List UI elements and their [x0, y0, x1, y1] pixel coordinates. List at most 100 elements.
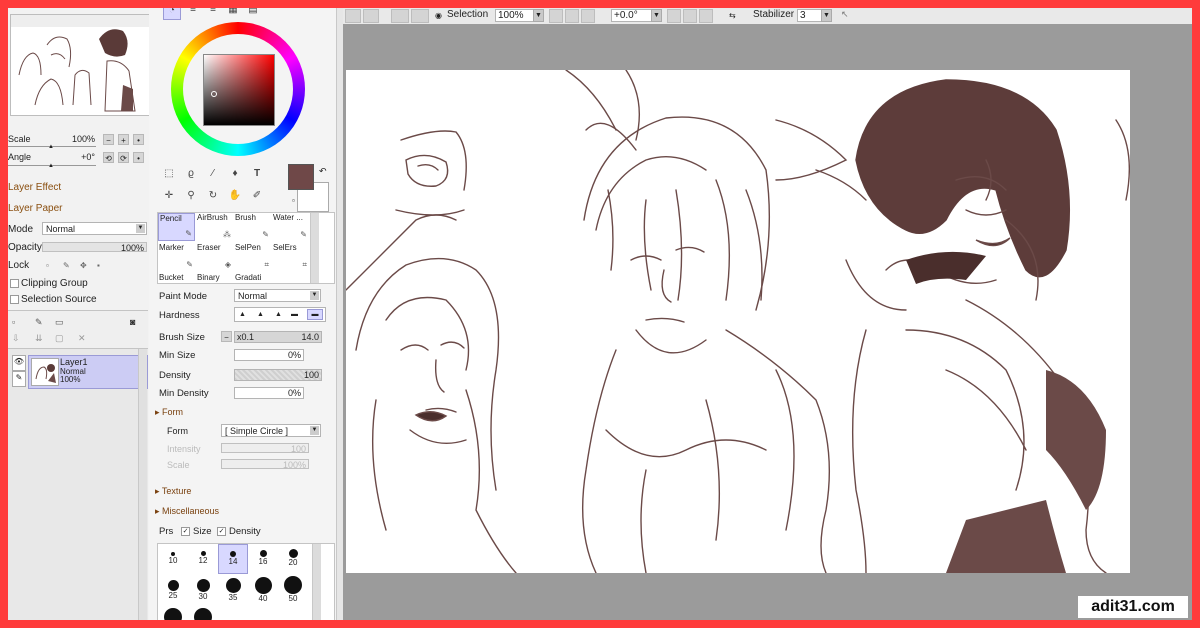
deselect-button[interactable]	[345, 9, 361, 23]
blend-mode-select[interactable]: Normal ▼	[42, 222, 147, 235]
saturation-value-square[interactable]	[203, 54, 275, 126]
pressure-density-checkbox[interactable]: ✓	[217, 527, 226, 536]
layer-list-scrollbar[interactable]	[138, 349, 147, 620]
brush-size-20[interactable]: 20	[278, 544, 308, 574]
preset-bucket[interactable]: Bucket	[158, 273, 195, 283]
zoom-in-button[interactable]: +	[118, 134, 129, 145]
preset-binary[interactable]: Binary	[196, 273, 233, 283]
min-size-slider[interactable]: 0%	[234, 349, 304, 361]
zoom-out-button[interactable]: −	[103, 134, 114, 145]
layer-effect-toggle[interactable]: Layer Effect	[8, 182, 61, 193]
hardness-level-4[interactable]: ▬	[291, 308, 298, 321]
preset-pencil[interactable]: Pencil ✎	[158, 213, 195, 241]
preset-gradation[interactable]: Gradati	[234, 273, 271, 283]
stabilizer-field[interactable]: 3	[797, 9, 823, 22]
rotate-right-button[interactable]: ⟳	[118, 152, 129, 163]
hide-selection-button[interactable]	[411, 9, 429, 23]
stabilizer-dropdown[interactable]: ▼	[821, 9, 832, 22]
hardness-level-5[interactable]: ▬	[307, 309, 323, 320]
brush-size-10[interactable]: 10	[158, 544, 188, 574]
preset-watercolor[interactable]: Water ... ✎	[272, 213, 309, 241]
hardness-level-2[interactable]: ▲	[257, 308, 264, 321]
merge-down-icon[interactable]: ⇊	[35, 333, 43, 344]
pen-pressure-icon[interactable]: ↖	[841, 9, 849, 20]
color-wheel-tab-icon[interactable]: ◔	[163, 8, 181, 20]
navigator-preview[interactable]	[10, 14, 150, 116]
rgb-slider-tab-icon[interactable]: ≡	[185, 8, 201, 18]
transfer-down-icon[interactable]: ⇩	[12, 333, 20, 344]
new-linework-layer-icon[interactable]: ✎	[35, 317, 43, 328]
eyedropper-icon[interactable]: ✐	[249, 188, 265, 204]
zoom-reset-button[interactable]: •	[133, 134, 144, 145]
layer-paper-toggle[interactable]: Layer Paper	[8, 203, 62, 214]
form-scale-slider[interactable]: 100%	[221, 459, 309, 470]
misc-section-toggle[interactable]: ▸ Miscellaneous	[155, 506, 219, 517]
brush-size-25[interactable]: 25	[158, 576, 188, 606]
rotate-reset-button[interactable]: •	[133, 152, 144, 163]
brush-size-12[interactable]: 12	[188, 544, 218, 574]
hand-icon[interactable]: ✋	[227, 188, 243, 204]
rotate-left-button[interactable]: ⟲	[103, 152, 114, 163]
lock-paint-icon[interactable]: ✎	[63, 260, 70, 271]
hardness-selector[interactable]: ▲ ▲ ▲ ▬ ▬	[234, 307, 326, 322]
density-slider[interactable]: 100	[234, 369, 322, 381]
drawing-canvas[interactable]	[346, 70, 1130, 573]
preset-scrollbar[interactable]	[310, 213, 319, 283]
primary-color-swatch[interactable]	[288, 164, 314, 190]
rotation-field[interactable]: +0.0°	[611, 9, 653, 22]
preset-selpen[interactable]: SelPen ⌗	[234, 243, 271, 271]
color-wheel[interactable]	[171, 22, 305, 156]
brush-size-more-2[interactable]	[188, 608, 218, 620]
panel-divider-scrollbar[interactable]	[336, 8, 343, 620]
pressure-size-checkbox[interactable]: ✓	[181, 527, 190, 536]
hardness-level-3[interactable]: ▲	[275, 308, 282, 321]
layer-settings-icon[interactable]: ◙	[130, 317, 135, 328]
lock-move-icon[interactable]: ✥	[80, 260, 87, 271]
brush-size-multiplier-button[interactable]: −	[221, 331, 232, 342]
rect-select-icon[interactable]: ⬚	[161, 166, 177, 182]
hsv-slider-tab-icon[interactable]: ≡	[205, 8, 221, 18]
zoom-dropdown[interactable]: ▼	[533, 9, 544, 22]
transparent-color-icon[interactable]: ▫	[292, 195, 295, 206]
texture-section-toggle[interactable]: ▸ Texture	[155, 486, 191, 497]
preset-airbrush[interactable]: AirBrush ⁂	[196, 213, 233, 241]
new-layer-icon[interactable]: ▫	[12, 317, 15, 328]
magic-wand-icon[interactable]: ⁄	[205, 166, 221, 182]
rotate-left-toolbar-button[interactable]	[667, 9, 681, 23]
angle-slider-thumb[interactable]: ▲	[48, 163, 54, 169]
hardness-level-1[interactable]: ▲	[239, 308, 246, 321]
text-tool-icon[interactable]: T	[249, 166, 265, 182]
lasso-icon[interactable]: ϱ	[183, 166, 199, 182]
rotate-icon[interactable]: ↻	[205, 188, 221, 204]
zoom-out-toolbar-button[interactable]	[549, 9, 563, 23]
invert-selection-button[interactable]	[363, 9, 379, 23]
brush-size-14[interactable]: 14	[218, 544, 248, 574]
min-density-slider[interactable]: 0%	[234, 387, 304, 399]
eye-icon[interactable]: 👁	[12, 355, 26, 371]
form-select[interactable]: [ Simple Circle ] ▼	[221, 424, 321, 437]
preset-marker[interactable]: Marker ✎	[158, 243, 195, 271]
brush-size-35[interactable]: 35	[218, 576, 248, 606]
clipping-group-checkbox[interactable]	[10, 279, 19, 288]
lock-all-icon[interactable]: ▪	[97, 260, 100, 271]
preset-eraser[interactable]: Eraser ◈	[196, 243, 233, 271]
selection-source-checkbox[interactable]	[10, 295, 19, 304]
scale-slider-thumb[interactable]: ▲	[48, 144, 54, 150]
delete-layer-icon[interactable]: ✕	[78, 333, 86, 344]
swatches-tab-icon[interactable]: ▤	[245, 8, 261, 18]
clear-layer-icon[interactable]: ▢	[55, 333, 64, 344]
rotation-dropdown[interactable]: ▼	[651, 9, 662, 22]
brush-size-more-1[interactable]	[158, 608, 188, 620]
color-picker-icon[interactable]: ♦	[227, 166, 243, 182]
opacity-slider[interactable]: 100%	[42, 242, 147, 253]
preset-brush[interactable]: Brush ✎	[234, 213, 271, 241]
layer-row[interactable]: Layer1 Normal 100%	[28, 355, 148, 389]
brush-size-slider[interactable]: x0.1 14.0	[234, 331, 322, 343]
move-icon[interactable]: ✛	[161, 188, 177, 204]
brush-size-16[interactable]: 16	[248, 544, 278, 574]
flip-icon[interactable]: ⇆	[729, 10, 736, 21]
show-selection-button[interactable]	[391, 9, 409, 23]
brush-size-50[interactable]: 50	[278, 576, 308, 606]
zoom-field[interactable]: 100%	[495, 9, 535, 22]
zoom-icon[interactable]: ⚲	[183, 188, 199, 204]
